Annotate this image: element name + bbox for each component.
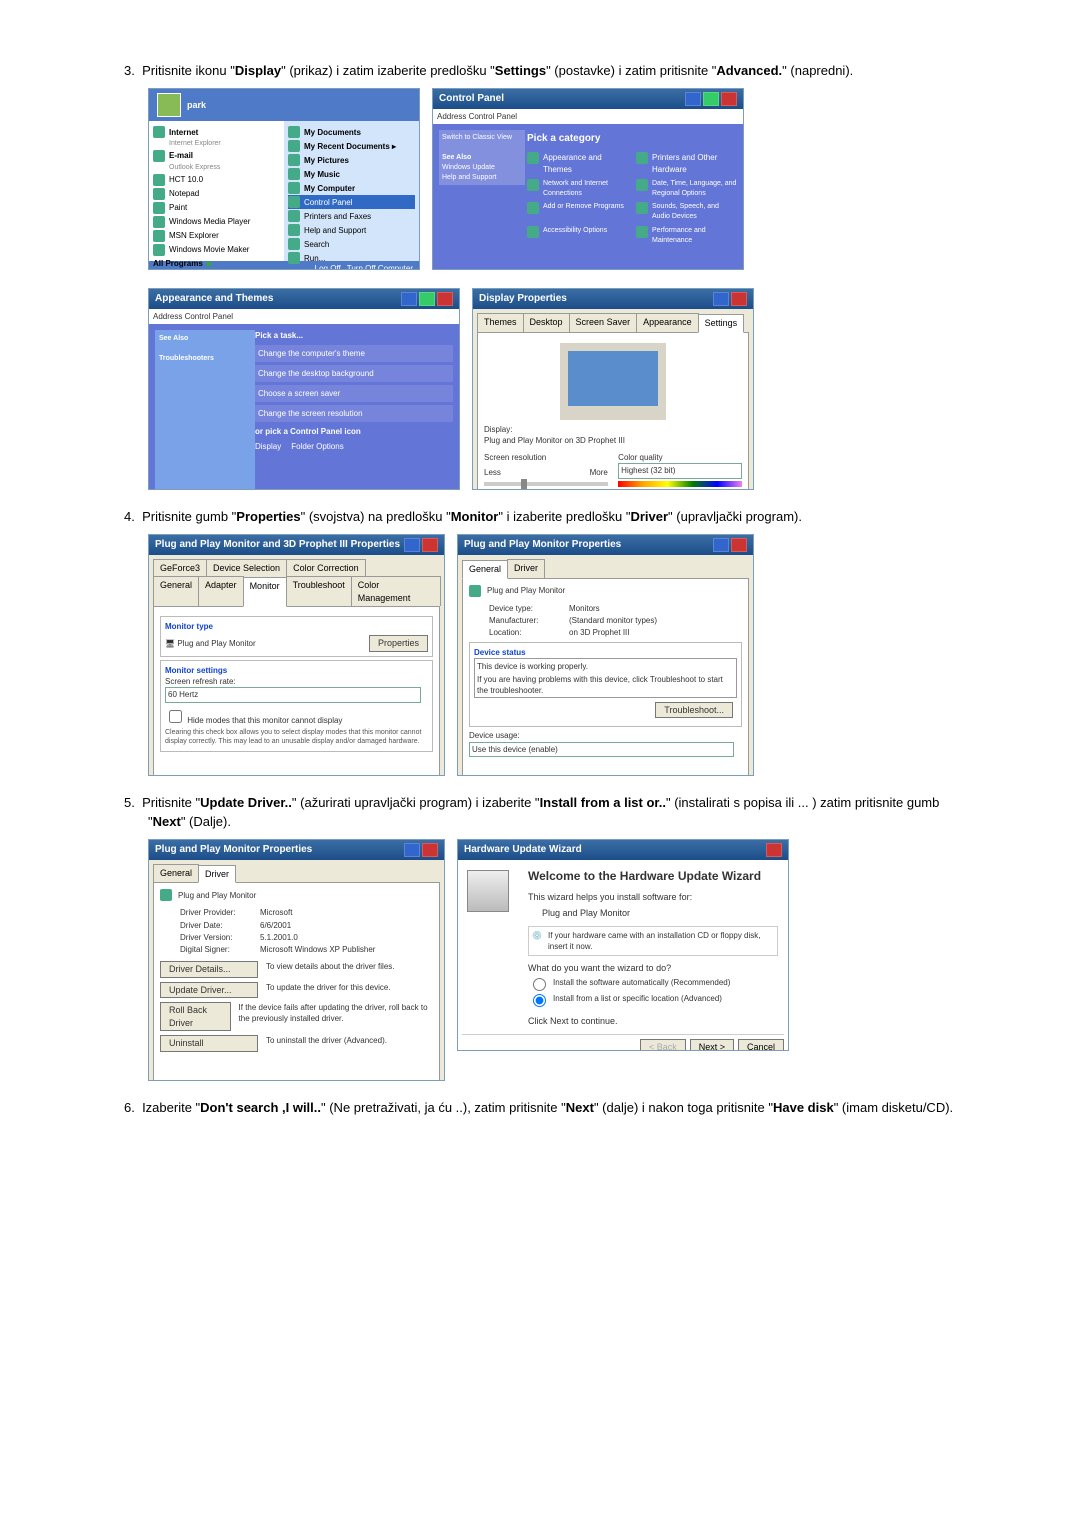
task-theme[interactable]: Change the computer's theme	[255, 345, 453, 362]
radio-list[interactable]: Install from a list or specific location…	[528, 993, 778, 1007]
step-3-text: 3. Pritisnite ikonu "Display" (prikaz) i…	[124, 62, 980, 80]
tab-general[interactable]: General	[462, 560, 508, 579]
color-quality-select[interactable]: Highest (32 bit)	[618, 463, 742, 478]
properties-button[interactable]: Properties	[369, 635, 428, 652]
pick-a-task: Pick a task...	[255, 330, 453, 341]
wizard-icon	[467, 870, 509, 912]
minimize-icon[interactable]	[685, 92, 701, 106]
resolution-slider[interactable]	[484, 482, 608, 486]
monitor-icon	[469, 585, 481, 597]
task-screensaver[interactable]: Choose a screen saver	[255, 385, 453, 402]
display-name: Plug and Play Monitor on 3D Prophet III	[484, 435, 742, 446]
cp-heading: Pick a category	[527, 132, 737, 146]
control-panel-title: Control Panel	[439, 92, 504, 106]
maximize-icon[interactable]	[703, 92, 719, 106]
wizard-heading: Welcome to the Hardware Update Wizard	[528, 868, 778, 885]
cp2-sidebar: See Also Troubleshooters	[155, 330, 255, 490]
addressbar: Address Control Panel	[433, 109, 743, 124]
update-driver-button[interactable]: Update Driver...	[160, 982, 258, 999]
cd-icon: 💿	[532, 930, 542, 941]
refresh-rate-select[interactable]: 60 Hertz	[165, 687, 421, 702]
close-icon[interactable]	[721, 92, 737, 106]
or-pick-icon: or pick a Control Panel icon	[255, 426, 453, 437]
back-button: < Back	[640, 1039, 686, 1051]
display-properties-dialog: Display Properties Themes Desktop Screen…	[472, 288, 754, 490]
radio-auto[interactable]: Install the software automatically (Reco…	[528, 977, 778, 991]
hide-modes-checkbox[interactable]	[169, 710, 182, 723]
troubleshoot-button[interactable]: Troubleshoot...	[655, 702, 733, 719]
folder-options-icon[interactable]: Folder Options	[291, 442, 343, 451]
pnp-general-dialog: Plug and Play Monitor Properties General…	[457, 534, 754, 776]
start-menu-screenshot: park Internet Internet Explorer E-mail O…	[148, 88, 420, 270]
start-left-column: Internet Internet Explorer E-mail Outloo…	[149, 121, 284, 261]
hardware-update-wizard: Hardware Update Wizard Welcome to the Ha…	[457, 839, 789, 1051]
appearance-themes-window: Appearance and Themes Address Control Pa…	[148, 288, 460, 490]
roll-back-button[interactable]: Roll Back Driver	[160, 1002, 231, 1031]
display-tabs[interactable]: Themes Desktop Screen Saver Appearance S…	[477, 313, 749, 332]
step-6-text: 6. Izaberite "Don't search ,I will.." (N…	[124, 1099, 980, 1117]
next-button[interactable]: Next >	[690, 1039, 734, 1051]
uninstall-button[interactable]: Uninstall	[160, 1035, 258, 1052]
tab-monitor[interactable]: Monitor	[243, 577, 287, 607]
step-5-text: 5. Pritisnite "Update Driver.." (ažurira…	[124, 794, 980, 830]
step-4-text: 4. Pritisnite gumb "Properties" (svojstv…	[124, 508, 980, 526]
control-panel-window: Control Panel Address Control Panel Swit…	[432, 88, 744, 270]
task-resolution[interactable]: Change the screen resolution	[255, 405, 453, 422]
monitor-tab-dialog: Plug and Play Monitor and 3D Prophet III…	[148, 534, 445, 776]
monitor-preview	[560, 343, 666, 420]
cp-sidebar: Switch to Classic View See Also Windows …	[439, 130, 525, 185]
control-panel-item[interactable]: Control Panel	[288, 195, 415, 209]
cp-categories: Appearance and Themes Printers and Other…	[527, 152, 737, 245]
device-usage-select[interactable]: Use this device (enable)	[469, 742, 734, 757]
driver-tab-dialog: Plug and Play Monitor Properties General…	[148, 839, 445, 1081]
tab-driver[interactable]: Driver	[198, 865, 236, 884]
monitor-tab-title: Plug and Play Monitor and 3D Prophet III…	[155, 538, 400, 552]
appearance-title: Appearance and Themes	[155, 292, 273, 306]
task-background[interactable]: Change the desktop background	[255, 365, 453, 382]
driver-details-button[interactable]: Driver Details...	[160, 961, 258, 978]
start-username: park	[187, 99, 206, 112]
cancel-button[interactable]: Cancel	[738, 1039, 784, 1051]
display-icon[interactable]: Display	[255, 442, 281, 451]
start-right-column: My Documents My Recent Documents ▸ My Pi…	[284, 121, 419, 261]
display-properties-title: Display Properties	[479, 292, 567, 306]
monitor-icon	[160, 889, 172, 901]
avatar	[157, 93, 181, 117]
tab-settings[interactable]: Settings	[698, 314, 745, 333]
